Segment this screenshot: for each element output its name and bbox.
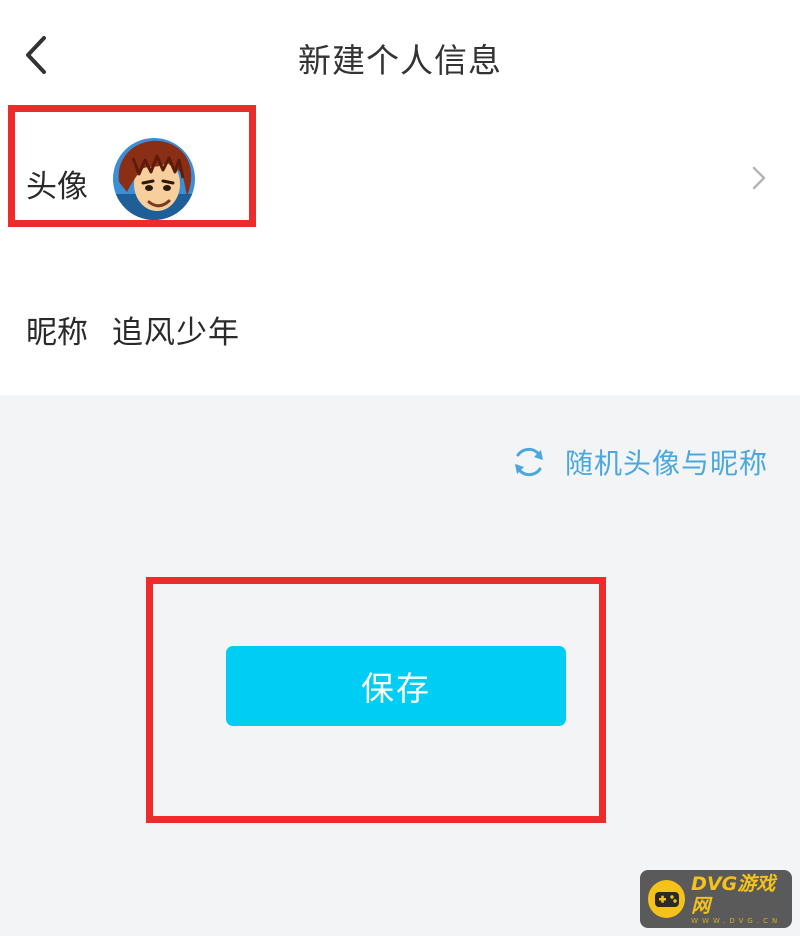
chevron-right-icon <box>752 166 766 190</box>
avatar-highlight-box <box>8 105 256 227</box>
nickname-row[interactable]: 昵称 追风少年 <box>0 280 800 370</box>
random-avatar-nickname-label: 随机头像与昵称 <box>564 447 768 480</box>
random-avatar-nickname-link[interactable]: 随机头像与昵称 <box>511 442 768 482</box>
watermark-text: DVG游戏网 <box>691 872 776 917</box>
save-highlight-box <box>146 577 606 823</box>
watermark-logo: DVG游戏网 WWW.DVG.CN <box>640 870 792 928</box>
watermark-subtext: WWW.DVG.CN <box>691 916 782 925</box>
gamepad-icon <box>648 880 686 918</box>
refresh-icon <box>514 447 543 477</box>
page-title: 新建个人信息 <box>298 41 502 80</box>
nickname-value[interactable]: 追风少年 <box>112 307 240 352</box>
nickname-label: 昵称 <box>26 315 88 351</box>
